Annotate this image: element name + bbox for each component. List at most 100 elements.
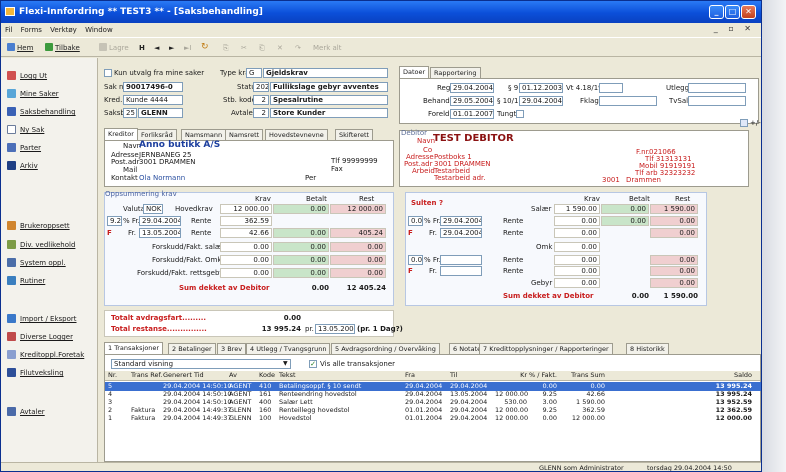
paste-button[interactable]: ⎗ (259, 41, 265, 55)
back-button[interactable]: Tilbake (45, 41, 80, 55)
column-header[interactable]: Saldo (667, 371, 752, 380)
delete-button[interactable]: ✕ (277, 41, 283, 55)
stb-text-field[interactable]: Spesalrutine (270, 95, 388, 105)
column-header[interactable]: Trans Sum (557, 371, 605, 380)
copy-button[interactable]: ⎘ (223, 41, 229, 55)
currency-field[interactable]: NOK (143, 204, 163, 214)
main-claim-amount[interactable]: 12 000.00 (220, 204, 272, 214)
column-header[interactable]: Trans Ref. (131, 371, 162, 380)
tab-installments[interactable]: 5 Avdragsordning / Overvåking (331, 343, 440, 354)
tab-transactions[interactable]: 1 Transaksjoner (104, 342, 164, 354)
fee-interest-rate-field[interactable]: 0.00 (408, 216, 423, 226)
sidebar-item-my-cases[interactable]: Mine Saker (7, 88, 59, 100)
fee-interest3-from-field[interactable] (440, 255, 482, 265)
refresh-button[interactable]: ↻ (201, 40, 209, 54)
column-header[interactable]: Kr (495, 371, 527, 380)
tab-credit-reports[interactable]: 7 Kredittopplysninger / Rapporteringer (479, 343, 613, 354)
tab-seizure[interactable]: 4 Utlegg / Tvangsgrunn (246, 343, 331, 354)
column-header[interactable]: Til (450, 371, 457, 380)
interest2-from-field[interactable]: 13.05.2004 (139, 228, 181, 238)
column-header[interactable]: Tekst (279, 371, 296, 380)
sidebar-item-user-setup[interactable]: Brukeroppsett (7, 220, 70, 232)
interest-from-field[interactable]: 29.04.2004 (139, 216, 181, 226)
show-all-checkbox[interactable]: ✓ (309, 360, 317, 368)
last-record-button[interactable]: ►I (184, 41, 191, 55)
kred-ref-field[interactable]: Kunde 4444 (123, 95, 183, 105)
fee-amount[interactable]: 0.00 (554, 278, 600, 288)
sidebar-item-parties[interactable]: Parter (7, 142, 41, 154)
interest2-amount[interactable]: 42.66 (220, 228, 272, 238)
advance-cost-amount[interactable]: 0.00 (220, 255, 272, 265)
column-header[interactable]: Nr. (108, 371, 117, 380)
total-per-date-field[interactable]: 13.05.2004 (315, 324, 355, 334)
sidebar-item-archive[interactable]: Arkiv (7, 160, 38, 172)
sidebar-item-case-handling[interactable]: Saksbehandling (7, 106, 76, 118)
column-header[interactable]: Kode (259, 371, 275, 380)
minimize-icon[interactable]: _ (709, 5, 724, 19)
case-handler-code-field[interactable]: 25 (123, 108, 137, 118)
advance-fee-amount[interactable]: 0.00 (220, 242, 272, 252)
tab-probate-court[interactable]: Skifterett (335, 129, 374, 140)
sidebar-item-new-case[interactable]: Ny Sak (7, 124, 44, 136)
status-text-field[interactable]: Fullikslage gebyr avventes (270, 82, 388, 92)
debtor-toggle-checkbox[interactable] (740, 119, 748, 127)
fee-interest3-rate-field[interactable]: 0.00 (408, 255, 423, 265)
table-row[interactable]: 1 Faktura 29.04.2004 14:49:37 GLENN 100 Hoved… (105, 414, 761, 423)
type-code-field[interactable]: G (246, 68, 262, 78)
s1011-date-field[interactable]: 29.04.2004 (519, 96, 563, 106)
tab-bailiff-court[interactable]: Namsrett (225, 129, 264, 140)
advance-court-fee-amount[interactable]: 0.00 (220, 268, 272, 278)
column-header[interactable]: Generert Tid (163, 371, 204, 380)
chevron-down-icon[interactable]: ▼ (283, 360, 288, 367)
fklage-field[interactable] (599, 96, 657, 106)
tab-reporting[interactable]: Rapportering (430, 67, 481, 78)
utlegg-field[interactable] (688, 83, 746, 93)
tab-conciliation[interactable]: Forliksråd (137, 129, 177, 140)
agreement-text-field[interactable]: Store Kunder (270, 108, 388, 118)
sidebar-item-routines[interactable]: Rutiner (7, 275, 45, 287)
column-header[interactable]: Av (229, 371, 237, 380)
interest-rate-field[interactable]: 9.25 (107, 216, 122, 226)
sidebar-item-import-export[interactable]: Import / Eksport (7, 313, 77, 325)
fee-interest2-from-field[interactable]: 29.04.2004 (440, 228, 482, 238)
menu-forms[interactable]: Forms (21, 26, 42, 34)
select-all-button[interactable]: Merk alt (313, 41, 341, 55)
mdi-controls[interactable]: _ ▫ ✕ (714, 24, 755, 33)
foreld-date-field[interactable]: 01.01.2007 (450, 109, 494, 119)
sidebar-item-file-exchange[interactable]: Filutveksling (7, 367, 64, 379)
tab-dates[interactable]: Datoer (399, 66, 430, 78)
sidebar-item-logout[interactable]: Logg Ut (7, 70, 47, 82)
column-header[interactable]: Fra (405, 371, 415, 380)
s9-date-field[interactable]: 01.12.2003 (519, 83, 563, 93)
fee-interest2-amount[interactable]: 0.00 (554, 228, 600, 238)
menu-file[interactable]: Fil (5, 26, 12, 34)
sidebar-item-system-setup[interactable]: System oppl. (7, 257, 66, 269)
save-button[interactable]: Lagre (99, 41, 129, 55)
type-name-field[interactable]: Gjeldskrav (263, 68, 388, 78)
reg-date-field[interactable]: 29.04.2004 (450, 83, 494, 93)
tab-payments[interactable]: 2 Betalinger (168, 343, 216, 354)
sidebar-item-credit-info[interactable]: Kreditoppl.Foretak (7, 349, 84, 361)
agreement-code-field[interactable]: 2 (253, 108, 269, 118)
saknr-field[interactable]: 90017496-0 (123, 82, 183, 92)
redo-button[interactable]: ↷ (295, 41, 301, 55)
view-select[interactable]: Standard visning (111, 359, 291, 369)
fee-interest3-amount[interactable]: 0.00 (554, 255, 600, 265)
fee-interest-from-field[interactable]: 29.04.2004 (440, 216, 482, 226)
fee-interest-amount[interactable]: 0.00 (554, 216, 600, 226)
vt-field[interactable] (599, 83, 623, 93)
sidebar-item-agreements[interactable]: Avtaler (7, 406, 45, 418)
column-header[interactable]: % / Fakt. (527, 371, 557, 380)
tab-bailiff[interactable]: Namsmann (181, 129, 227, 140)
home-button[interactable]: Hem (7, 41, 33, 55)
next-record-button[interactable]: ► (169, 41, 174, 55)
close-icon[interactable]: ✕ (741, 5, 756, 19)
fee-interest4-amount[interactable]: 0.00 (554, 266, 600, 276)
tab-main-hearing[interactable]: Hovedstevnevne (265, 129, 328, 140)
fee-interest4-from-field[interactable] (440, 266, 482, 276)
salary-amount[interactable]: 1 590.00 (554, 204, 600, 214)
only-mine-checkbox[interactable] (104, 69, 112, 77)
tab-history[interactable]: 8 Historikk (626, 343, 669, 354)
first-record-button[interactable]: H (139, 41, 145, 55)
tungt-checkbox[interactable] (516, 110, 524, 118)
